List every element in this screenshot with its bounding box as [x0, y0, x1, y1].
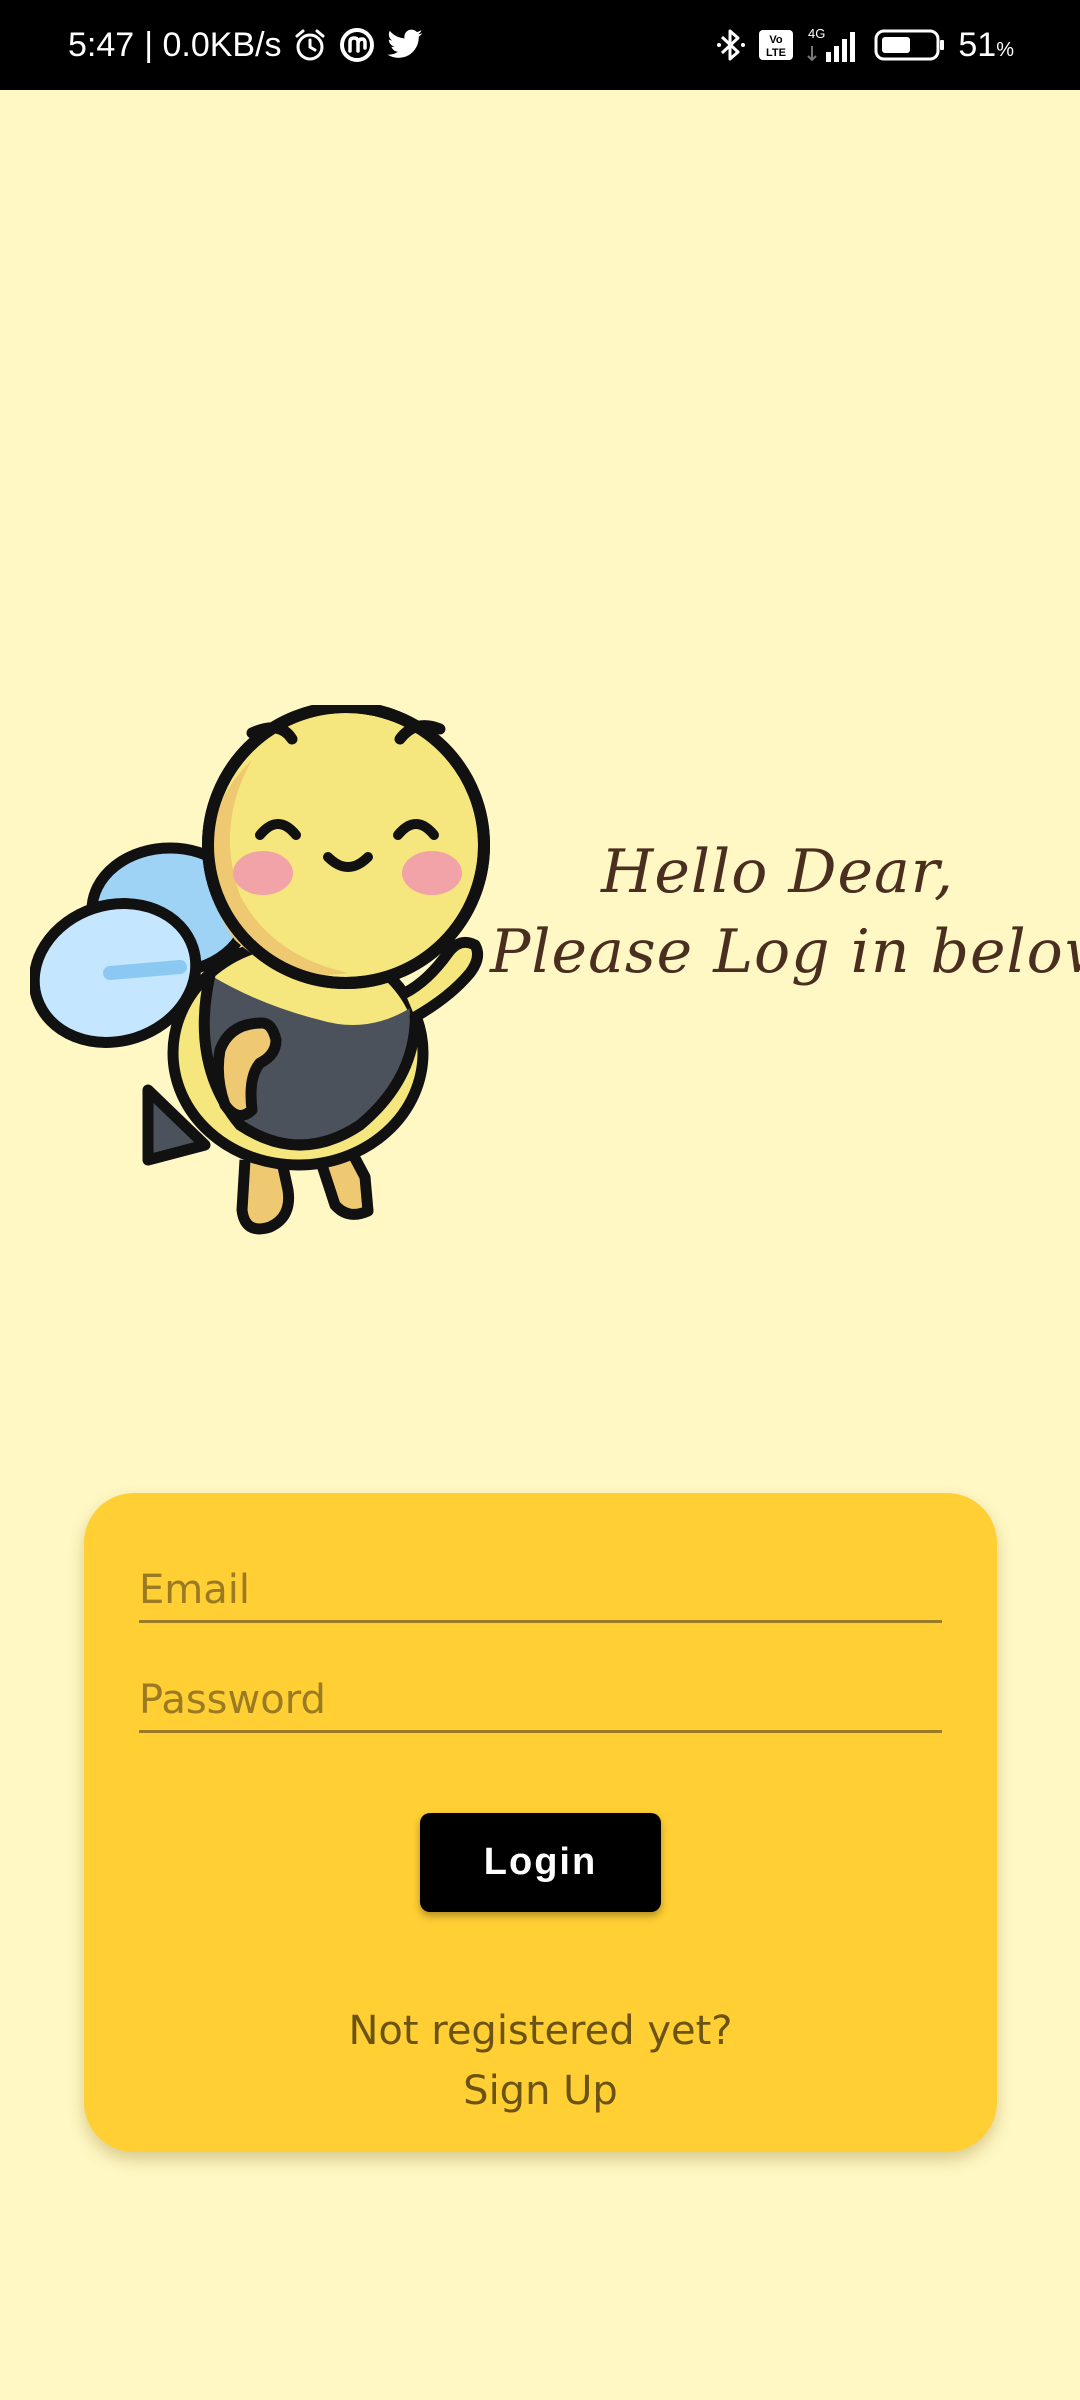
greeting-heading: Hello Dear, Please Log in below — [490, 832, 1080, 992]
signal-4g-icon: 4G — [806, 26, 862, 64]
alarm-icon — [292, 27, 328, 63]
battery-percentage: 51% — [958, 25, 1014, 64]
svg-text:Vo: Vo — [770, 34, 784, 46]
password-field-container — [139, 1670, 942, 1733]
twitter-icon — [386, 28, 424, 62]
greeting-line-1: Hello Dear, — [601, 837, 954, 907]
email-input[interactable] — [139, 1560, 942, 1620]
status-time: 5:47 — [68, 25, 135, 64]
notification-app-icon — [338, 26, 376, 64]
bluetooth-icon — [716, 26, 746, 64]
battery-icon — [874, 28, 946, 62]
login-button[interactable]: Login — [420, 1813, 661, 1912]
signup-prompt[interactable]: Not registered yet? — [84, 2001, 997, 2061]
status-left: 5:47 | 0.0KB/s — [68, 0, 424, 90]
email-field-container — [139, 1560, 942, 1623]
signup-label[interactable]: Sign Up — [84, 2061, 997, 2121]
signup-link[interactable]: Not registered yet? Sign Up — [84, 2001, 997, 2121]
bee-mascot-illustration — [28, 701, 500, 1250]
login-card: Login Not registered yet? Sign Up — [84, 1493, 997, 2152]
svg-text:LTE: LTE — [766, 47, 786, 59]
status-right: Vo LTE 4G 51% — [716, 0, 1014, 90]
network-type-label: 4G — [808, 26, 825, 41]
network-speed: | 0.0KB/s — [144, 25, 282, 64]
greeting-line-2: Please Log in below — [490, 917, 1080, 987]
password-input[interactable] — [139, 1670, 942, 1730]
status-bar: 5:47 | 0.0KB/s Vo LTE 4G 51% — [0, 0, 1080, 90]
volte-icon: Vo LTE — [758, 29, 794, 61]
